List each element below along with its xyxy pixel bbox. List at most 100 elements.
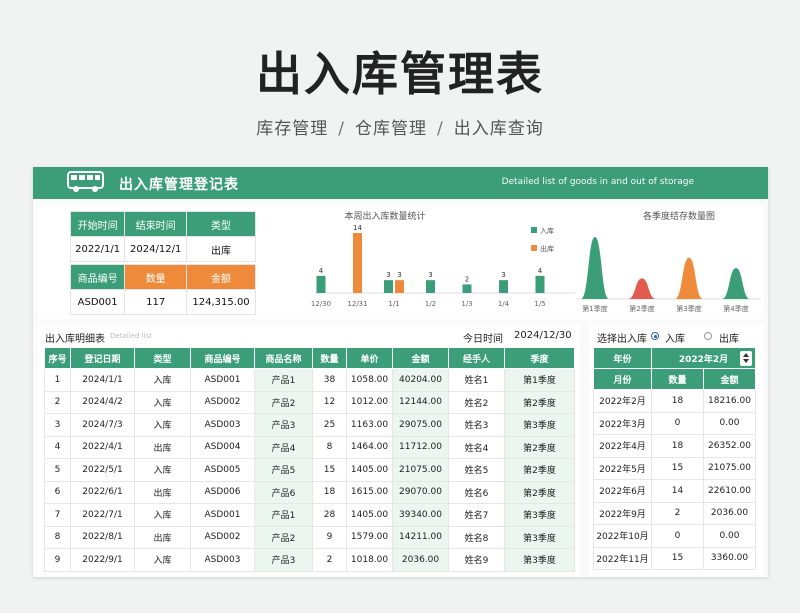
table-cell[interactable]: 0.00: [703, 411, 756, 435]
table-cell[interactable]: 3360.00: [703, 546, 756, 570]
table-cell[interactable]: 2036.00: [392, 548, 449, 572]
table-cell[interactable]: 15: [312, 458, 347, 482]
year-selector[interactable]: 2022年2月: [651, 347, 756, 369]
table-cell[interactable]: 1405.00: [346, 458, 393, 482]
year-value[interactable]: 2022年2月: [679, 355, 728, 365]
table-cell[interactable]: 29075.00: [392, 413, 449, 437]
table-cell[interactable]: 产品3: [254, 413, 313, 437]
table-cell[interactable]: 入库: [134, 458, 191, 482]
table-cell[interactable]: ASD005: [190, 458, 255, 482]
table-cell[interactable]: 18: [651, 389, 704, 413]
table-cell[interactable]: 入库: [134, 413, 191, 437]
table-row[interactable]: 5 2022/5/1 入库 ASD005 产品5 15 1405.00 21075.00 姓名5…: [44, 458, 575, 482]
table-cell[interactable]: 8: [312, 435, 347, 459]
table-cell[interactable]: 39340.00: [392, 503, 449, 527]
radio-in[interactable]: [651, 332, 659, 340]
table-cell[interactable]: 第1季度: [504, 368, 575, 392]
detail-col-header[interactable]: 经手人: [448, 347, 505, 369]
table-row[interactable]: 2022年6月 14 22610.00: [593, 479, 756, 503]
breadcrumb-item-warehouse[interactable]: 仓库管理: [355, 119, 427, 139]
table-cell[interactable]: 2: [44, 390, 71, 414]
table-row[interactable]: 1 2024/1/1 入库 ASD001 产品1 38 1058.00 40204.00 姓名1…: [44, 368, 575, 392]
table-cell[interactable]: ASD001: [190, 368, 255, 392]
table-cell[interactable]: 40204.00: [392, 368, 449, 392]
table-cell[interactable]: 1615.00: [346, 480, 393, 504]
table-cell[interactable]: 第2季度: [504, 390, 575, 414]
radio-in-label[interactable]: 入库: [665, 330, 685, 345]
table-cell[interactable]: 姓名7: [448, 503, 505, 527]
table-cell[interactable]: 7: [44, 503, 71, 527]
table-cell[interactable]: 0: [651, 411, 704, 435]
table-cell[interactable]: 1464.00: [346, 435, 393, 459]
detail-col-header[interactable]: 类型: [134, 347, 191, 369]
radio-out-label[interactable]: 出库: [719, 330, 739, 345]
table-cell[interactable]: ASD003: [190, 413, 255, 437]
table-cell[interactable]: 2022年6月: [593, 479, 652, 503]
table-row[interactable]: 2022年3月 0 0.00: [593, 411, 756, 435]
table-cell[interactable]: 15: [651, 456, 704, 480]
table-cell[interactable]: 出库: [134, 525, 191, 549]
table-cell[interactable]: 第2季度: [504, 480, 575, 504]
table-cell[interactable]: 2022/8/1: [70, 525, 135, 549]
table-cell[interactable]: 2022/4/1: [70, 435, 135, 459]
radio-out[interactable]: [704, 332, 712, 340]
table-row[interactable]: 3 2024/7/3 入库 ASD003 产品3 25 1163.00 29075.00 姓名3…: [44, 413, 575, 437]
table-cell[interactable]: ASD003: [190, 548, 255, 572]
detail-col-header[interactable]: 季度: [504, 347, 575, 369]
table-row[interactable]: 2022年11月 15 3360.00: [593, 546, 756, 570]
table-cell[interactable]: 0.00: [703, 524, 756, 548]
table-cell[interactable]: 11712.00: [392, 435, 449, 459]
table-cell[interactable]: 产品6: [254, 480, 313, 504]
table-cell[interactable]: 9: [312, 525, 347, 549]
table-row[interactable]: 2022年2月 18 18216.00: [593, 389, 756, 413]
table-cell[interactable]: 2022/5/1: [70, 458, 135, 482]
table-cell[interactable]: 1012.00: [346, 390, 393, 414]
end-time-cell[interactable]: 2024/12/1: [124, 236, 188, 262]
start-time-cell[interactable]: 2022/1/1: [69, 236, 126, 262]
table-cell[interactable]: 第3季度: [504, 413, 575, 437]
table-cell[interactable]: 18216.00: [703, 389, 756, 413]
table-cell[interactable]: 38: [312, 368, 347, 392]
table-row[interactable]: 2022年9月 2 2036.00: [593, 501, 756, 525]
table-cell[interactable]: 第3季度: [504, 503, 575, 527]
breadcrumb-item-inventory[interactable]: 库存管理: [256, 119, 328, 139]
table-cell[interactable]: 14211.00: [392, 525, 449, 549]
spinner-icon[interactable]: [740, 351, 752, 366]
table-cell[interactable]: 0: [651, 524, 704, 548]
table-row[interactable]: 2022年5月 15 21075.00: [593, 456, 756, 480]
table-cell[interactable]: 28: [312, 503, 347, 527]
table-row[interactable]: 8 2022/8/1 出库 ASD002 产品2 9 1579.00 14211.00 姓名8 第…: [44, 525, 575, 549]
table-cell[interactable]: 21075.00: [392, 458, 449, 482]
table-cell[interactable]: 22610.00: [703, 479, 756, 503]
table-cell[interactable]: 1058.00: [346, 368, 393, 392]
table-cell[interactable]: 18: [312, 480, 347, 504]
table-cell[interactable]: 入库: [134, 503, 191, 527]
table-cell[interactable]: 15: [651, 546, 704, 570]
table-cell[interactable]: 1579.00: [346, 525, 393, 549]
table-cell[interactable]: 姓名4: [448, 435, 505, 459]
table-cell[interactable]: 2022/9/1: [70, 548, 135, 572]
table-cell[interactable]: 2036.00: [703, 501, 756, 525]
detail-col-header[interactable]: 序号: [44, 347, 71, 369]
side-col-header[interactable]: 月份: [593, 368, 652, 390]
table-cell[interactable]: 2024/7/3: [70, 413, 135, 437]
type-cell[interactable]: 出库: [186, 236, 256, 262]
breadcrumb-item-query[interactable]: 出入库查询: [454, 119, 544, 139]
table-cell[interactable]: 2022年4月: [593, 434, 652, 458]
table-cell[interactable]: 12: [312, 390, 347, 414]
table-cell[interactable]: 姓名6: [448, 480, 505, 504]
table-cell[interactable]: 4: [44, 435, 71, 459]
table-cell[interactable]: 6: [44, 480, 71, 504]
table-cell[interactable]: 入库: [134, 390, 191, 414]
table-cell[interactable]: 姓名3: [448, 413, 505, 437]
table-cell[interactable]: ASD002: [190, 525, 255, 549]
table-cell[interactable]: 29070.00: [392, 480, 449, 504]
table-cell[interactable]: 25: [312, 413, 347, 437]
table-cell[interactable]: 18: [651, 434, 704, 458]
table-cell[interactable]: ASD002: [190, 390, 255, 414]
table-cell[interactable]: 产品1: [254, 503, 313, 527]
table-cell[interactable]: 第2季度: [504, 458, 575, 482]
table-cell[interactable]: 21075.00: [703, 456, 756, 480]
table-cell[interactable]: 姓名2: [448, 390, 505, 414]
table-cell[interactable]: 2022年5月: [593, 456, 652, 480]
